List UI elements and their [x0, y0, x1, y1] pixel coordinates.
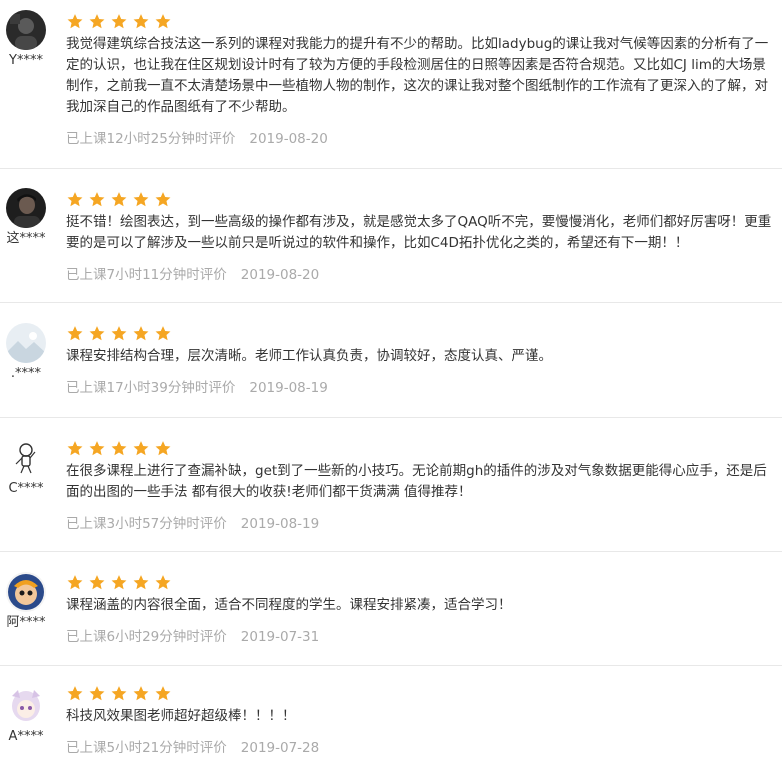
star-icon	[89, 192, 105, 207]
review-item: Y**** 我觉得建筑综合技法这一系列的课程对我能力的提升有不少的帮助。比如la…	[0, 0, 782, 169]
star-rating	[66, 686, 782, 701]
star-icon	[111, 326, 127, 341]
review-body: 挺不错！绘图表达，到一些高级的操作都有涉及，就是感觉太多了QAQ听不完，要慢慢消…	[66, 192, 782, 284]
star-icon	[133, 192, 149, 207]
star-icon	[155, 575, 171, 590]
star-icon	[111, 441, 127, 456]
study-time: 已上课12小时25分钟时评价	[66, 131, 236, 147]
dark-person-avatar-icon	[6, 188, 46, 228]
study-time: 已上课7小时11分钟时评价	[66, 267, 227, 283]
username: .****	[10, 366, 42, 381]
review-meta: 已上课7小时11分钟时评价 2019-08-20	[66, 266, 782, 284]
review-item: 阿**** 课程涵盖的内容很全面，适合不同程度的学生。课程安排紧凑，适合学习！ …	[0, 552, 782, 666]
review-text: 课程涵盖的内容很全面，适合不同程度的学生。课程安排紧凑，适合学习！	[66, 597, 512, 613]
avatar[interactable]	[6, 323, 46, 363]
review-list: Y**** 我觉得建筑综合技法这一系列的课程对我能力的提升有不少的帮助。比如la…	[0, 0, 782, 759]
review-text: 我觉得建筑综合技法这一系列的课程对我能力的提升有不少的帮助。比如ladybug的…	[66, 36, 769, 115]
avatar[interactable]	[6, 572, 46, 612]
study-time: 已上课5小时21分钟时评价	[66, 740, 227, 756]
reviewer: 这****	[4, 188, 48, 247]
star-icon	[133, 575, 149, 590]
reviewer: A****	[4, 686, 48, 745]
star-icon	[133, 441, 149, 456]
star-icon	[89, 441, 105, 456]
avatar[interactable]	[6, 438, 46, 478]
review-date: 2019-07-28	[240, 740, 320, 756]
star-icon	[67, 14, 83, 29]
review-text: 在很多课程上进行了查漏补缺，get到了一些新的小技巧。无论前期gh的插件的涉及对…	[66, 463, 767, 500]
review-text: 科技风效果图老师超好超级棒！！！！	[66, 708, 296, 724]
star-icon	[111, 686, 127, 701]
light-landscape-avatar-icon	[6, 323, 46, 363]
star-icon	[89, 326, 105, 341]
username: A****	[8, 729, 44, 744]
review-body: 在很多课程上进行了查漏补缺，get到了一些新的小技巧。无论前期gh的插件的涉及对…	[66, 441, 782, 533]
star-icon	[155, 686, 171, 701]
avatar[interactable]	[6, 10, 46, 50]
review-meta: 已上课6小时29分钟时评价 2019-07-31	[66, 628, 782, 646]
star-icon	[67, 575, 83, 590]
star-icon	[133, 686, 149, 701]
review-body: 课程安排结构合理，层次清晰。老师工作认真负责，协调较好，态度认真、严谨。 已上课…	[66, 326, 782, 397]
star-icon	[67, 686, 83, 701]
star-icon	[133, 14, 149, 29]
review-body: 科技风效果图老师超好超级棒！！！！ 已上课5小时21分钟时评价 2019-07-2…	[66, 686, 782, 757]
star-icon	[89, 14, 105, 29]
reviewer: C****	[4, 438, 48, 497]
star-icon	[155, 14, 171, 29]
review-item: C**** 在很多课程上进行了查漏补缺，get到了一些新的小技巧。无论前期gh的…	[0, 418, 782, 552]
review-text: 挺不错！绘图表达，到一些高级的操作都有涉及，就是感觉太多了QAQ听不完，要慢慢消…	[66, 214, 772, 251]
review-meta: 已上课12小时25分钟时评价 2019-08-20	[66, 130, 782, 148]
reviewer: .****	[4, 323, 48, 382]
review-meta: 已上课3小时57分钟时评价 2019-08-19	[66, 515, 782, 533]
review-body: 课程涵盖的内容很全面，适合不同程度的学生。课程安排紧凑，适合学习！ 已上课6小时…	[66, 575, 782, 646]
avatar[interactable]	[6, 188, 46, 228]
username: C****	[8, 481, 44, 496]
star-icon	[89, 686, 105, 701]
star-icon	[67, 441, 83, 456]
review-date: 2019-08-19	[240, 516, 320, 532]
star-icon	[89, 575, 105, 590]
star-icon	[111, 575, 127, 590]
star-icon	[111, 14, 127, 29]
review-body: 我觉得建筑综合技法这一系列的课程对我能力的提升有不少的帮助。比如ladybug的…	[66, 14, 782, 148]
reviewer: 阿****	[4, 572, 48, 631]
review-date: 2019-08-20	[240, 267, 320, 283]
star-icon	[155, 441, 171, 456]
star-rating	[66, 441, 782, 456]
study-time: 已上课17小时39分钟时评价	[66, 380, 236, 396]
review-item: A**** 科技风效果图老师超好超级棒！！！！ 已上课5小时21分钟时评价 201…	[0, 666, 782, 759]
star-rating	[66, 326, 782, 341]
star-icon	[67, 326, 83, 341]
username: 这****	[6, 231, 46, 246]
reviewer: Y****	[4, 10, 48, 69]
review-date: 2019-07-31	[240, 629, 320, 645]
review-item: .**** 课程安排结构合理，层次清晰。老师工作认真负责，协调较好，态度认真、严…	[0, 303, 782, 418]
star-icon	[155, 192, 171, 207]
review-meta: 已上课17小时39分钟时评价 2019-08-19	[66, 379, 782, 397]
cartoon-girl-avatar-icon	[6, 572, 46, 612]
review-date: 2019-08-20	[249, 131, 328, 147]
anime-girl-avatar-icon	[6, 686, 46, 726]
star-icon	[155, 326, 171, 341]
study-time: 已上课3小时57分钟时评价	[66, 516, 227, 532]
star-icon	[111, 192, 127, 207]
username: Y****	[9, 53, 43, 68]
review-item: 这**** 挺不错！绘图表达，到一些高级的操作都有涉及，就是感觉太多了QAQ听不…	[0, 169, 782, 303]
dark-portrait-avatar-icon	[6, 10, 46, 50]
avatar[interactable]	[6, 686, 46, 726]
review-text: 课程安排结构合理，层次清晰。老师工作认真负责，协调较好，态度认真、严谨。	[66, 348, 552, 364]
astronaut-sketch-avatar-icon	[6, 438, 46, 478]
study-time: 已上课6小时29分钟时评价	[66, 629, 227, 645]
review-meta: 已上课5小时21分钟时评价 2019-07-28	[66, 739, 782, 757]
star-icon	[67, 192, 83, 207]
review-date: 2019-08-19	[249, 380, 328, 396]
star-rating	[66, 575, 782, 590]
username: 阿****	[6, 615, 46, 630]
star-rating	[66, 192, 782, 207]
star-rating	[66, 14, 782, 29]
star-icon	[133, 326, 149, 341]
